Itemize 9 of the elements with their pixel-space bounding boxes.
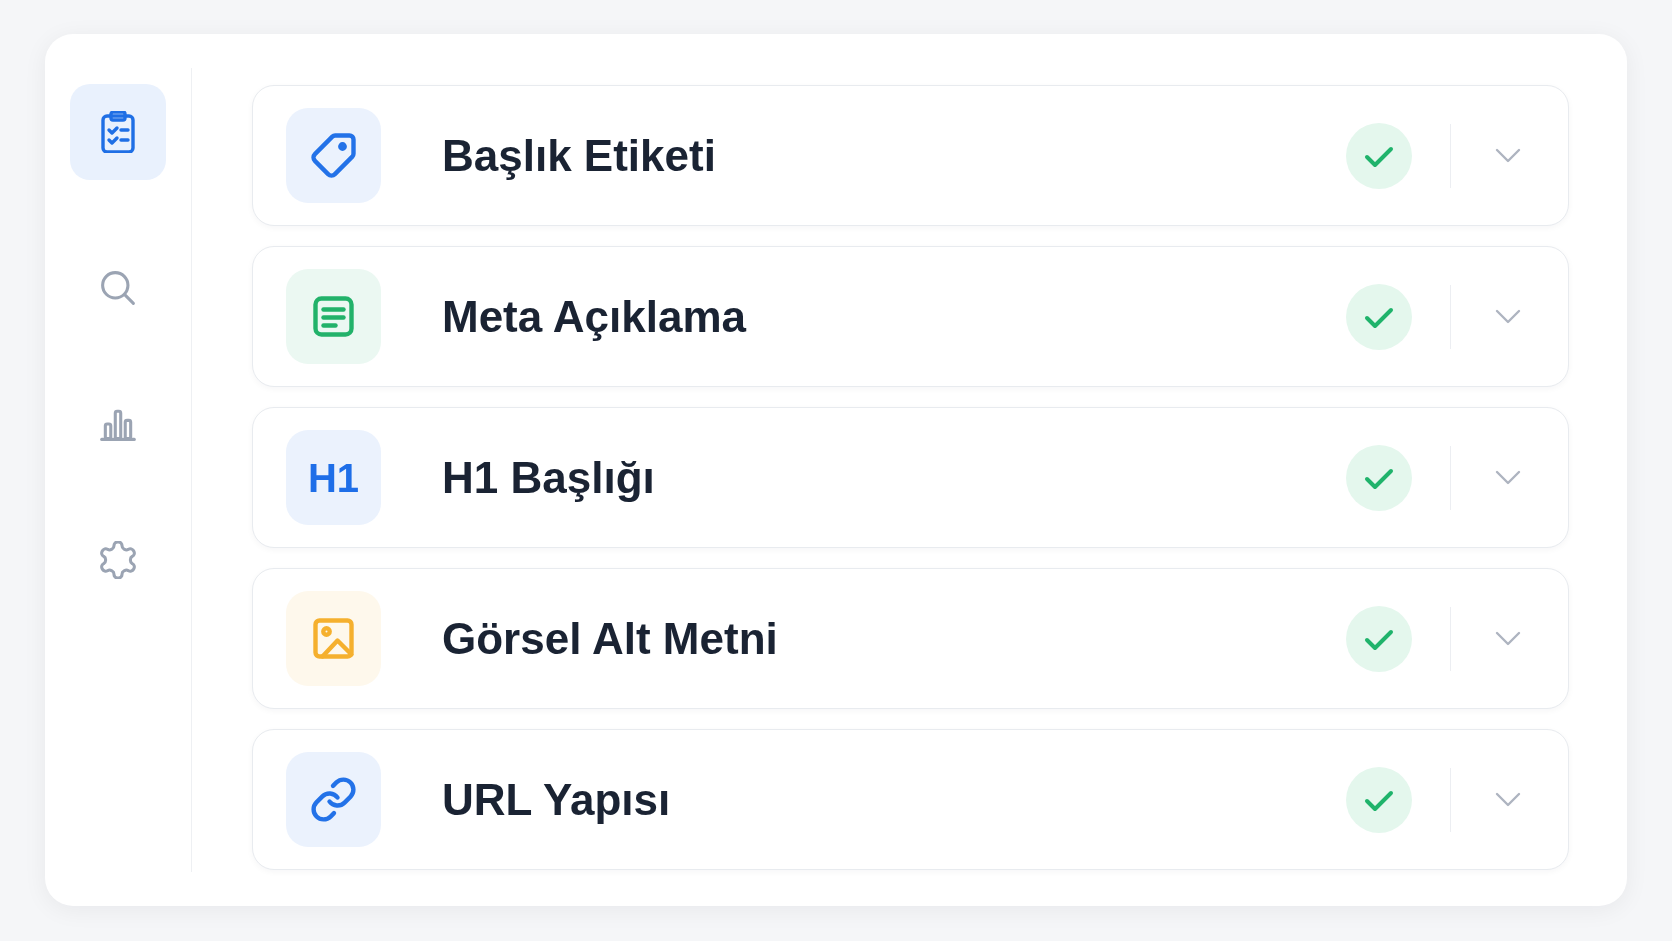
search-icon [99, 269, 137, 307]
check-title: Meta Açıklama [442, 294, 748, 339]
check-title: Görsel Alt Metni [442, 616, 779, 661]
check-title: H1 Başlığı [442, 455, 656, 500]
sidebar-nav-button[interactable] [70, 84, 166, 180]
settings-icon [99, 541, 137, 579]
check-title: URL Yapısı [442, 777, 672, 822]
check-title: Başlık Etiketi [442, 133, 717, 178]
heading-badge: H1 [286, 430, 381, 525]
